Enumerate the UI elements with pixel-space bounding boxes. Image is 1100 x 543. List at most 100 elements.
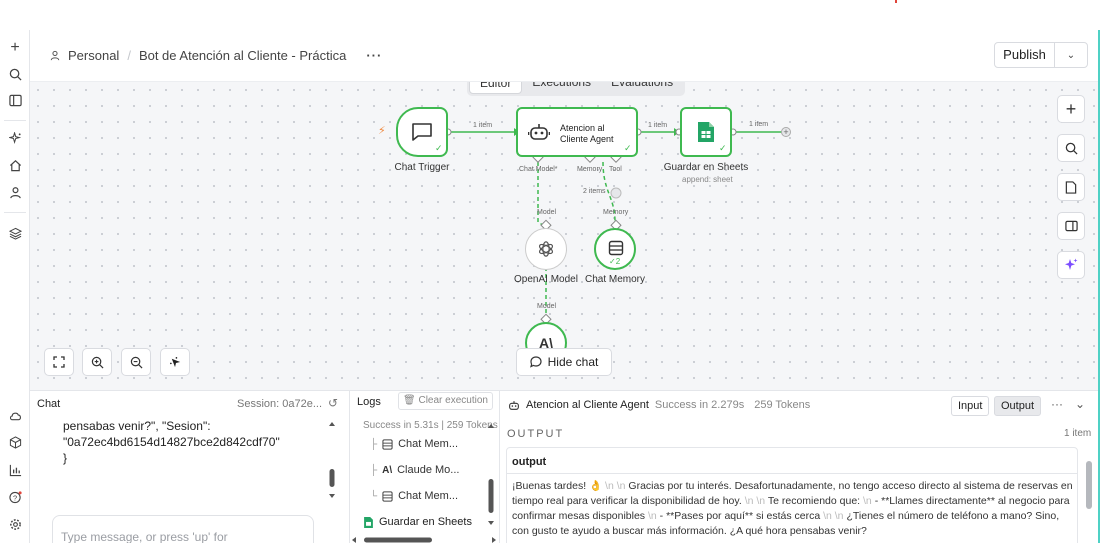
chat-bubble-icon: [529, 356, 542, 368]
port-label-tool: Tool: [609, 166, 622, 173]
chat-message-input[interactable]: Type message, or press 'up' for: [52, 515, 314, 543]
port-label-model: Model: [537, 209, 557, 216]
hide-chat-button[interactable]: Hide chat: [516, 348, 612, 376]
logs-scrollbar[interactable]: [487, 423, 495, 543]
search-icon[interactable]: [5, 64, 25, 84]
output-value[interactable]: ¡Buenas tardes! 👌 \n \n Gracias por tu i…: [512, 479, 1074, 539]
zoom-in-button[interactable]: [82, 348, 112, 376]
chat-memory-node[interactable]: ✓2: [594, 228, 636, 270]
success-check-icon: ✓: [609, 257, 616, 266]
database-icon: [382, 490, 393, 502]
output-status: Success in 2.279s: [654, 399, 745, 411]
logs-panel: Logs 🗑 Clear execution Success in 5.31s …: [350, 391, 500, 543]
chat-scrollbar[interactable]: [328, 421, 336, 501]
port-label-memory: Memory: [603, 209, 629, 216]
output-header: Atencion al Cliente Agent Success in 2.2…: [508, 399, 810, 411]
panel-toggle-icon[interactable]: [5, 90, 25, 110]
chat-trigger-node[interactable]: ✓: [396, 107, 448, 157]
publish-button-group: Publish ⌄: [994, 42, 1088, 68]
cursor-sparkle-icon: [169, 356, 180, 367]
port-label-model: Model: [537, 303, 557, 310]
sparkles-icon[interactable]: [5, 128, 25, 148]
tidy-up-button[interactable]: [160, 348, 190, 376]
cloud-icon[interactable]: [5, 405, 25, 425]
zoom-out-icon: [130, 356, 142, 368]
chevron-down-icon[interactable]: ⌄: [1055, 50, 1087, 61]
database-icon: [382, 438, 393, 450]
chevron-down-icon[interactable]: ⌄: [1075, 397, 1085, 411]
workflow-canvas[interactable]: Editor Executions Evaluations + 1 item 1…: [30, 82, 1098, 390]
agent-name-line1: Atencion al: [560, 123, 605, 133]
google-sheets-icon: [698, 122, 714, 142]
search-nodes-button[interactable]: [1057, 134, 1085, 162]
layers-icon[interactable]: [5, 223, 25, 243]
log-row[interactable]: Guardar en Sheets: [364, 516, 472, 528]
robot-icon: [509, 400, 519, 410]
openai-model-label: OpenAI Model: [514, 274, 578, 285]
chat-panel: Chat Session: 0a72e... ↺ pensabas venir?…: [30, 391, 350, 543]
fullscreen-icon: [53, 356, 65, 368]
chart-icon[interactable]: [5, 460, 25, 480]
agent-node[interactable]: Atencion al Cliente Agent ✓: [516, 107, 638, 157]
trash-icon: 🗑: [403, 395, 416, 406]
home-icon[interactable]: [5, 155, 25, 175]
bottom-panel: Chat Session: 0a72e... ↺ pensabas venir?…: [30, 390, 1098, 543]
output-panel: Atencion al Cliente Agent Success in 2.2…: [500, 391, 1098, 543]
chat-trigger-label: Chat Trigger: [394, 162, 450, 173]
toggle-panel-button[interactable]: [1057, 212, 1085, 240]
package-icon[interactable]: [5, 432, 25, 452]
hide-chat-label: Hide chat: [547, 355, 599, 369]
chat-bubble-icon: [412, 123, 432, 141]
anthropic-icon: A\: [382, 464, 393, 476]
memory-run-count: 2: [615, 257, 621, 266]
help-icon[interactable]: ?: [5, 487, 25, 507]
ai-assistant-button[interactable]: [1057, 251, 1085, 279]
chat-message: pensabas venir?", "Sesion": "0a72ec4bd61…: [63, 419, 280, 465]
rail-divider: [4, 212, 26, 213]
log-row[interactable]: └ Chat Mem...: [370, 490, 458, 502]
database-icon: [608, 240, 624, 256]
more-options-button[interactable]: ···: [366, 48, 382, 63]
settings-gear-icon[interactable]: [5, 514, 25, 534]
openai-model-node[interactable]: [525, 228, 567, 270]
svg-text:+: +: [783, 127, 788, 137]
port-label-chat-model: Chat Model*: [519, 166, 558, 173]
logs-horizontal-scrollbar[interactable]: [350, 536, 500, 543]
workflow-name[interactable]: Bot de Atención al Cliente - Práctica: [139, 48, 346, 63]
output-column-header: output: [512, 456, 547, 468]
log-row[interactable]: ├ Chat Mem...: [370, 438, 458, 450]
sheets-operation: append: sheet: [682, 175, 733, 184]
publish-button[interactable]: Publish: [995, 43, 1055, 67]
panel-icon: [1064, 220, 1078, 232]
sparkles-icon: [1065, 258, 1078, 270]
logs-panel-title: Logs: [357, 396, 381, 408]
fit-view-button[interactable]: [44, 348, 74, 376]
sticky-note-button[interactable]: [1057, 173, 1085, 201]
reset-session-icon[interactable]: ↺: [328, 396, 338, 410]
project-link[interactable]: Personal: [68, 48, 119, 63]
rail-divider: [4, 120, 26, 121]
log-row[interactable]: ├ A\ Claude Mo...: [370, 464, 459, 476]
search-icon: [1065, 142, 1078, 155]
add-icon[interactable]: +: [5, 38, 25, 58]
output-scrollbar[interactable]: [1086, 461, 1092, 509]
zoom-out-button[interactable]: [121, 348, 151, 376]
clear-execution-button[interactable]: 🗑 Clear execution: [398, 392, 493, 410]
output-node-name: Atencion al Cliente Agent: [526, 399, 649, 411]
svg-text:?: ?: [12, 493, 16, 502]
workflow-header: Personal / Bot de Atención al Cliente - …: [30, 30, 1098, 82]
google-sheets-node[interactable]: ✓: [680, 107, 732, 157]
output-tokens: 259 Tokens: [754, 399, 811, 411]
chat-memory-label: Chat Memory: [584, 274, 645, 285]
add-node-button[interactable]: +: [1057, 95, 1085, 123]
output-tab[interactable]: Output: [994, 396, 1042, 416]
breadcrumb: Personal / Bot de Atención al Cliente - …: [50, 48, 382, 63]
user-icon[interactable]: [5, 182, 25, 202]
zoom-in-icon: [91, 356, 103, 368]
input-tab[interactable]: Input: [951, 396, 990, 416]
session-id[interactable]: Session: 0a72e...: [237, 398, 322, 410]
agent-name-line2: Cliente Agent: [560, 134, 614, 144]
openai-icon: [538, 241, 554, 257]
more-options-icon[interactable]: ···: [1051, 397, 1063, 411]
breadcrumb-separator: /: [127, 48, 131, 63]
